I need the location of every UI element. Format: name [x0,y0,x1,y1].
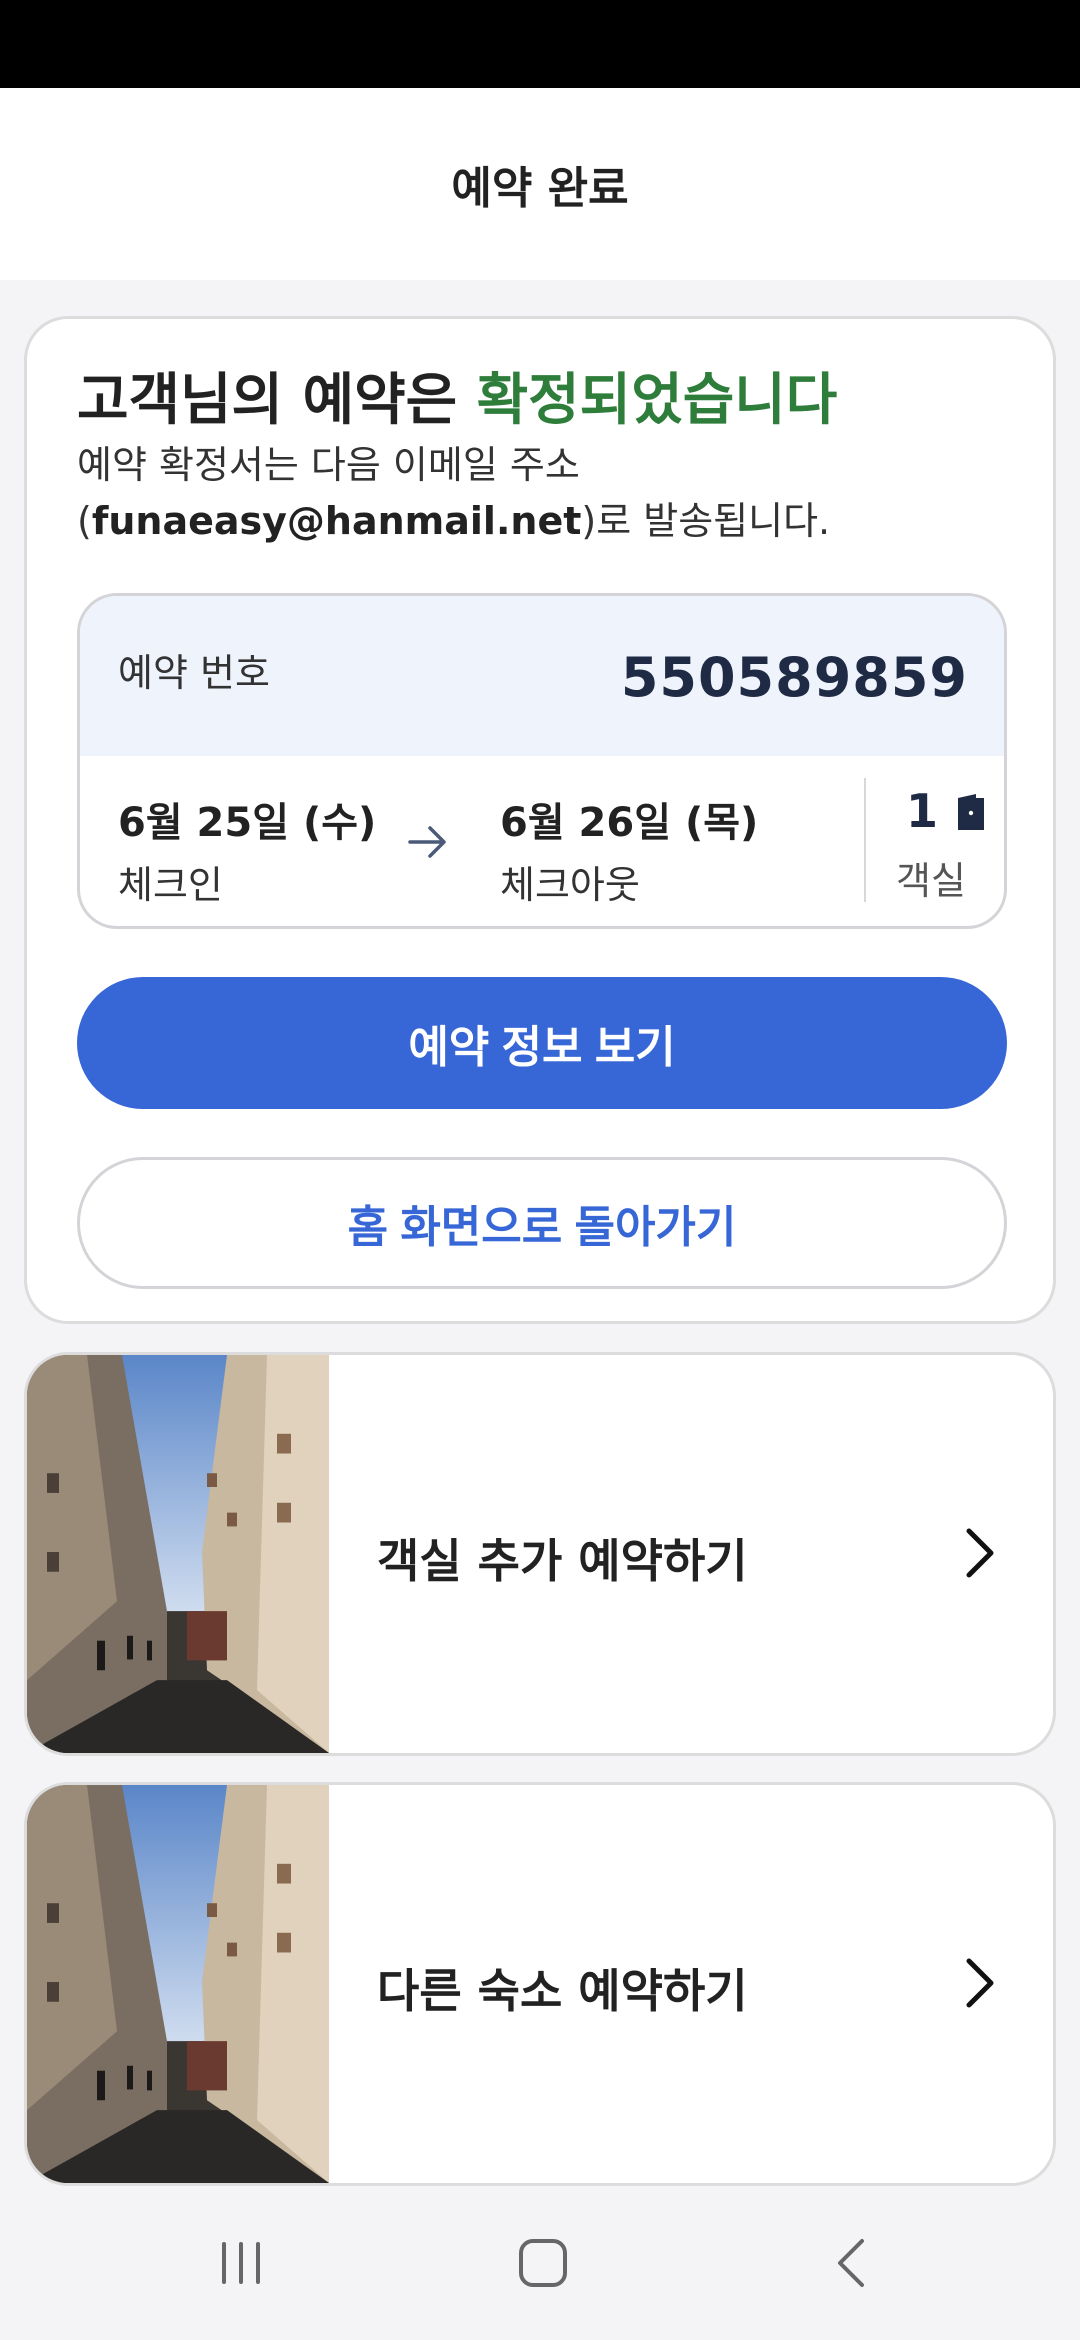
chevron-right-icon [966,1958,994,2008]
status-bar [0,0,1080,88]
notice-open: ( [77,499,92,543]
checkout-date: 6월 26일 (목) [500,800,759,846]
checkin-label: 체크인 [118,863,223,907]
notice-line1: 예약 확정서는 다음 이메일 주소 [77,443,580,487]
booking-number: 550589859 [620,646,968,709]
room-count: 1 [906,784,939,838]
street-photo [27,1785,329,2183]
room-label: 객실 [896,859,966,903]
checkout-block: 6월 26일 (목) 체크아웃 [500,790,758,909]
add-room-label: 객실 추가 예약하기 [377,1534,748,1588]
go-home-button[interactable]: 홈 화면으로 돌아가기 [77,1157,1007,1289]
home-icon[interactable] [516,2236,570,2290]
arrow-right-icon [408,826,446,858]
page-title: 예약 완료 [451,163,629,214]
confirmation-card: 고객님의 예약은 확정되었습니다 예약 확정서는 다음 이메일 주소 (funa… [24,316,1056,1324]
street-photo [27,1355,329,1753]
booking-number-row: 예약 번호 550589859 [80,596,1004,756]
email-notice: 예약 확정서는 다음 이메일 주소 (funaeasy@hanmail.net)… [77,437,1017,549]
email-address: funaeasy@hanmail.net [91,499,582,543]
back-icon[interactable] [826,2236,880,2290]
recent-apps-icon[interactable] [214,2236,268,2290]
confirmation-headline: 고객님의 예약은 확정되었습니다 [77,355,837,436]
app-header: 예약 완료 [0,88,1080,280]
divider [864,778,866,902]
other-lodging-card[interactable]: 다른 숙소 예약하기 [24,1782,1056,2186]
headline-accent: 확정되었습니다 [476,368,838,433]
checkout-label: 체크아웃 [500,863,640,907]
view-booking-button[interactable]: 예약 정보 보기 [77,977,1007,1109]
door-icon [958,794,984,830]
booking-number-label: 예약 번호 [118,651,270,695]
system-nav-bar [0,2196,1080,2340]
other-lodging-label: 다른 숙소 예약하기 [377,1964,748,2018]
booking-summary: 예약 번호 550589859 6월 25일 (수) 체크인 6월 26일 (목… [77,593,1007,929]
checkin-date: 6월 25일 (수) [118,800,377,846]
notice-line2: (funaeasy@hanmail.net)로 발송됩니다. [77,493,1017,549]
add-room-card[interactable]: 객실 추가 예약하기 [24,1352,1056,1756]
chevron-right-icon [966,1528,994,1578]
notice-close: )로 발송됩니다. [581,499,831,543]
headline-prefix: 고객님의 예약은 [77,368,477,433]
checkin-block: 6월 25일 (수) 체크인 [118,790,376,909]
